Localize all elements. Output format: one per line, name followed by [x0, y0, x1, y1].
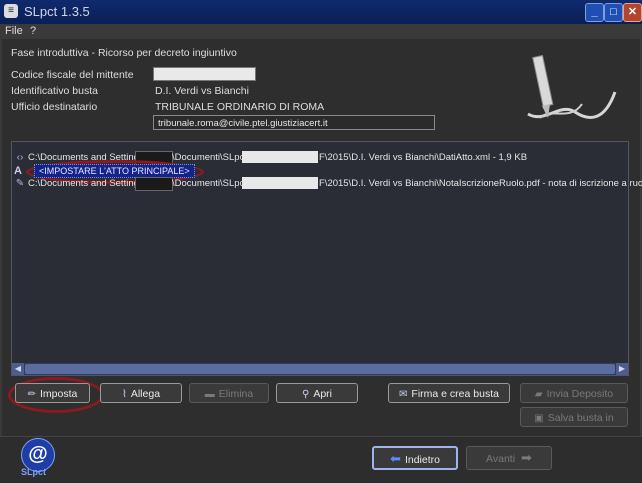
menu-file[interactable]: File	[5, 25, 23, 37]
indietro-button[interactable]: ⬅ Indietro	[372, 446, 458, 470]
ufficio-value: TRIBUNALE ORDINARIO DI ROMA	[155, 101, 325, 113]
envelope-icon: ✉	[399, 389, 408, 400]
attachments-list[interactable]: ‹› C:\Documents and Settings\ \Documenti…	[11, 141, 642, 376]
codice-fiscale-label: Codice fiscale del mittente	[11, 69, 134, 81]
maximize-button[interactable]: □	[604, 3, 623, 22]
logo-caption: SLpct	[21, 467, 47, 477]
atto-icon: A	[14, 165, 22, 177]
main-act-placeholder[interactable]: <IMPOSTARE L'ATTO PRINCIPALE>	[34, 164, 195, 178]
redacted-folder	[242, 177, 318, 189]
close-button[interactable]: ✕	[623, 3, 642, 22]
save-icon: ▣	[534, 413, 544, 424]
phase-title: Fase introduttiva - Ricorso per decreto …	[11, 47, 237, 59]
magnifier-icon: ⚲	[301, 389, 310, 400]
pencil-icon: ✏	[27, 389, 37, 400]
window-title: SLpct 1.3.5	[24, 4, 90, 19]
paperclip-icon: ✎	[15, 178, 25, 189]
scroll-thumb[interactable]	[25, 364, 615, 374]
salva-busta-button[interactable]: ▣ Salva busta in	[520, 407, 628, 427]
horizontal-scrollbar[interactable]: ◀ ▶	[12, 363, 628, 375]
list-item[interactable]: ✎ C:\Documents and Settings\ \Documenti\…	[12, 177, 642, 191]
invia-deposito-button[interactable]: ▰ Invia Deposito	[520, 383, 628, 403]
firma-crea-busta-button[interactable]: ✉ Firma e crea busta	[388, 383, 510, 403]
title-bar: ≡ SLpct 1.3.5 _ □ ✕	[0, 0, 642, 24]
codice-fiscale-field[interactable]	[153, 67, 256, 81]
allega-button[interactable]: ⌇ Allega	[100, 383, 182, 403]
ufficio-label: Ufficio destinatario	[11, 101, 98, 113]
imposta-button[interactable]: ✏ Imposta	[15, 383, 90, 403]
redacted-folder	[242, 151, 318, 163]
pec-address-field[interactable]: tribunale.roma@civile.ptel.giustiziacert…	[153, 115, 435, 130]
app-window: ≡ SLpct 1.3.5 _ □ ✕ File ? Fase introdut…	[0, 0, 642, 483]
redacted-username	[135, 177, 173, 191]
send-icon: ▰	[534, 389, 543, 400]
arrow-right-icon: ➡	[521, 450, 532, 465]
minimize-button[interactable]: _	[585, 3, 604, 22]
menu-help[interactable]: ?	[30, 25, 36, 37]
avanti-button[interactable]: Avanti ➡	[466, 446, 552, 470]
main-panel: Fase introduttiva - Ricorso per decreto …	[2, 39, 642, 436]
busta-label: Identificativo busta	[11, 85, 98, 97]
menu-bar: File ?	[0, 24, 642, 39]
scroll-right-icon[interactable]: ▶	[616, 363, 628, 375]
busta-value: D.I. Verdi vs Bianchi	[155, 85, 249, 97]
apri-button[interactable]: ⚲ Apri	[276, 383, 358, 403]
elimina-button[interactable]: ▬ Elimina	[189, 383, 269, 403]
minus-icon: ▬	[204, 389, 215, 400]
xml-file-icon: ‹›	[16, 152, 24, 163]
arrow-left-icon: ⬅	[390, 451, 401, 466]
app-icon: ≡	[4, 4, 18, 18]
paperclip-icon: ⌇	[121, 389, 127, 400]
scroll-left-icon[interactable]: ◀	[12, 363, 24, 375]
pen-signature-icon	[527, 54, 617, 119]
